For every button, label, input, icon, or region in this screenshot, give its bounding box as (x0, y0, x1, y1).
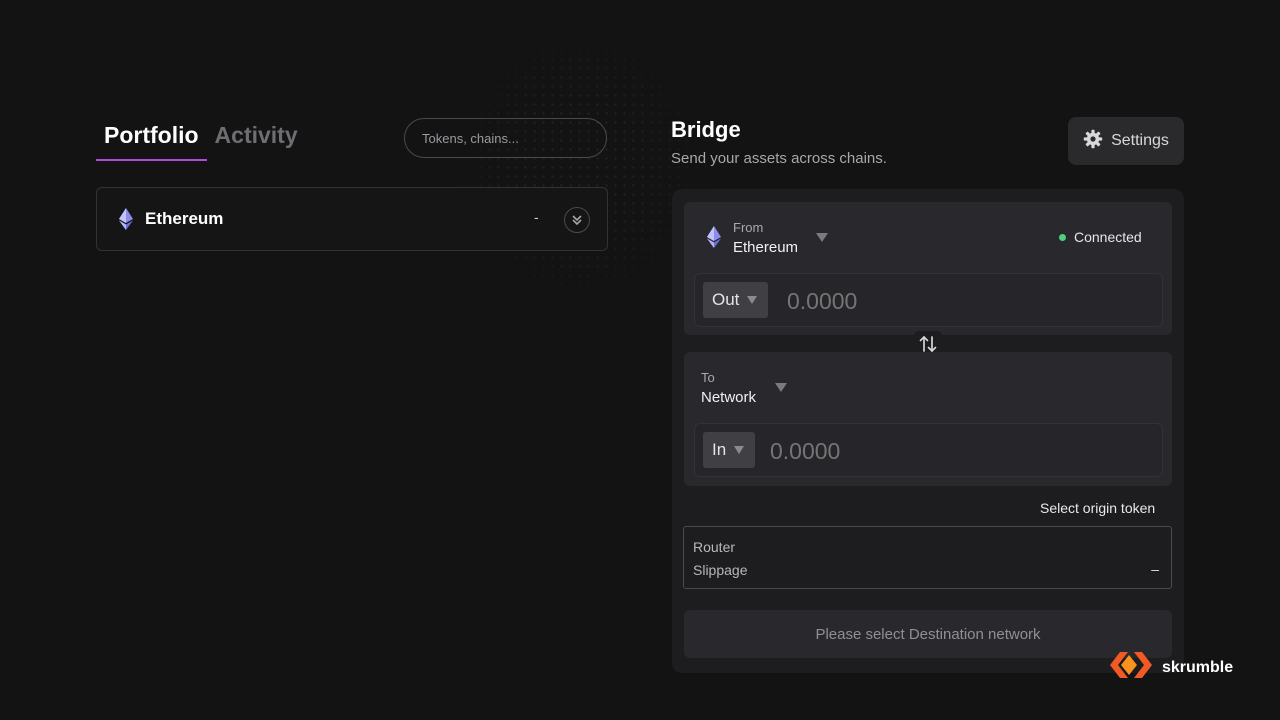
status-dot-icon (1059, 233, 1066, 241)
double-chevron-down-icon[interactable] (564, 207, 590, 233)
caret-down-icon[interactable] (816, 233, 828, 242)
caret-down-icon[interactable] (775, 383, 787, 392)
brand-watermark: skrumble (1108, 648, 1233, 687)
bridge-action-button[interactable]: Please select Destination network (684, 610, 1172, 658)
caret-down-icon (747, 296, 758, 304)
router-label: Router (693, 539, 736, 555)
page-subtitle: Send your assets across chains. (671, 150, 887, 167)
out-token-select[interactable]: Out (703, 282, 769, 318)
to-network-select[interactable]: Network (701, 389, 756, 406)
tab-activity[interactable]: Activity (207, 122, 306, 159)
status-text: Connected (1074, 229, 1142, 245)
skrumble-logo-icon (1108, 648, 1154, 687)
from-amount-row: Out (694, 273, 1163, 327)
to-amount-input[interactable] (770, 433, 1070, 469)
ethereum-icon (703, 226, 725, 248)
chain-name: Ethereum (145, 209, 224, 228)
portfolio-tabs: Portfolio Activity (96, 122, 306, 161)
route-info-box: Router Slippage – (683, 526, 1172, 589)
ethereum-icon (115, 208, 137, 230)
in-token-select[interactable]: In (703, 432, 756, 468)
slippage-label: Slippage (693, 562, 748, 578)
from-network-select[interactable]: Ethereum (733, 239, 798, 256)
caret-down-icon (734, 446, 745, 454)
out-token-label: Out (712, 290, 740, 309)
connection-status: Connected (1059, 229, 1142, 245)
to-label: To (701, 370, 715, 385)
settings-button[interactable]: Settings (1068, 117, 1184, 165)
page-title: Bridge (671, 117, 741, 142)
in-token-label: In (712, 440, 727, 459)
slippage-value: – (1151, 561, 1159, 577)
settings-label: Settings (1111, 132, 1169, 149)
chain-row-ethereum[interactable]: Ethereum - (96, 187, 608, 251)
from-amount-input[interactable] (787, 283, 1087, 319)
from-label: From (733, 220, 764, 235)
brand-name: skrumble (1162, 658, 1234, 676)
select-origin-token-link[interactable]: Select origin token (1040, 500, 1155, 516)
tab-portfolio[interactable]: Portfolio (96, 122, 207, 161)
chain-balance: - (534, 209, 539, 225)
to-amount-row: In (694, 423, 1163, 477)
gear-icon (1083, 129, 1103, 154)
search-input[interactable] (404, 118, 607, 158)
